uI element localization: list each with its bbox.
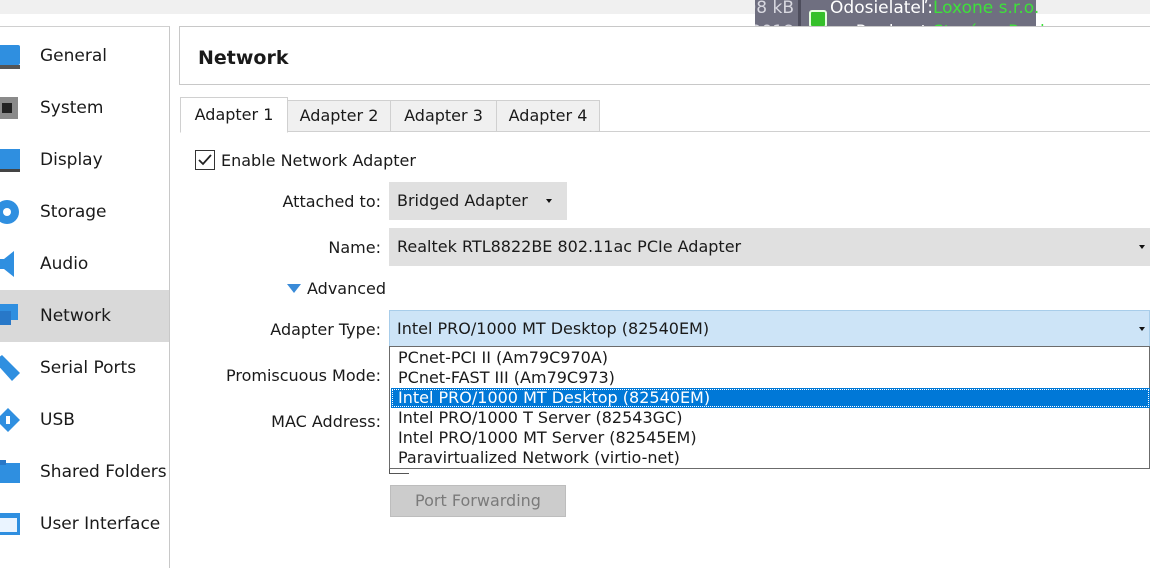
chevron-down-icon <box>1139 245 1145 249</box>
sidebar-item-network[interactable]: Network <box>0 290 169 342</box>
sidebar-item-label: Storage <box>40 202 107 222</box>
serial-ports-icon <box>0 355 20 381</box>
dropdown-option[interactable]: PCnet-FAST III (Am79C973) <box>391 368 1150 388</box>
name-value: Realtek RTL8822BE 802.11ac PCIe Adapter <box>397 237 742 256</box>
promiscuous-mode-label: Promiscuous Mode: <box>225 366 381 385</box>
enable-adapter-checkbox[interactable] <box>195 150 215 170</box>
chevron-down-icon <box>1139 327 1145 331</box>
sidebar-item-label: USB <box>40 410 75 430</box>
notification-sender-value: Loxone s.r.o. <box>933 0 1040 18</box>
notification-size: 08 kB <box>755 0 794 18</box>
sidebar-item-label: Serial Ports <box>40 358 137 378</box>
storage-icon <box>0 200 19 224</box>
attached-to-value: Bridged Adapter <box>397 191 528 210</box>
general-icon <box>0 45 20 69</box>
chevron-down-icon <box>546 199 552 203</box>
notification-sender-label: Odosielateľ: <box>830 0 933 18</box>
shared-folders-icon <box>0 460 20 483</box>
network-icon <box>0 304 18 325</box>
adapter-type-label: Adapter Type: <box>270 320 381 339</box>
name-select[interactable]: Realtek RTL8822BE 802.11ac PCIe Adapter <box>389 228 1150 266</box>
attached-to-label: Attached to: <box>282 192 382 211</box>
sidebar-item-label: User Interface <box>40 514 161 534</box>
sidebar-item-label: General <box>40 46 107 66</box>
sidebar-item-general[interactable]: General <box>0 30 169 82</box>
checkmark-icon <box>198 154 212 166</box>
dropdown-option[interactable]: Intel PRO/1000 MT Server (82545EM) <box>391 428 1150 448</box>
dropdown-option-selected[interactable]: Intel PRO/1000 MT Desktop (82540EM) <box>391 388 1150 408</box>
tab-adapter-4[interactable]: Adapter 4 <box>496 100 600 132</box>
audio-icon <box>0 251 14 277</box>
page-header: Network <box>179 26 1150 85</box>
sidebar-item-label: System <box>40 98 104 118</box>
dropdown-option[interactable]: PCnet-PCI II (Am79C970A) <box>391 348 1150 368</box>
adapter-type-value: Intel PRO/1000 MT Desktop (82540EM) <box>397 319 710 338</box>
system-icon <box>0 97 18 119</box>
usb-icon <box>0 408 20 432</box>
dropdown-option[interactable]: Intel PRO/1000 T Server (82543GC) <box>391 408 1150 428</box>
mac-address-label: MAC Address: <box>271 412 381 431</box>
sidebar-item-display[interactable]: Display <box>0 134 169 186</box>
enable-adapter-label: Enable Network Adapter <box>221 151 416 170</box>
tab-adapter-1[interactable]: Adapter 1 <box>180 97 288 133</box>
sidebar-item-system[interactable]: System <box>0 82 169 134</box>
sidebar-item-user-interface[interactable]: User Interface <box>0 498 169 550</box>
sidebar-item-storage[interactable]: Storage <box>0 186 169 238</box>
sidebar-item-usb[interactable]: USB <box>0 394 169 446</box>
sidebar-item-serial-ports[interactable]: Serial Ports <box>0 342 169 394</box>
display-icon <box>0 149 20 172</box>
attached-to-select[interactable]: Bridged Adapter <box>389 182 567 220</box>
dropdown-option[interactable]: Paravirtualized Network (virtio-net) <box>391 448 1150 468</box>
sidebar-item-label: Audio <box>40 254 89 274</box>
name-label: Name: <box>328 238 381 257</box>
sidebar-item-label: Shared Folders <box>40 462 167 482</box>
adapter-type-dropdown-list: PCnet-PCI II (Am79C970A) PCnet-FAST III … <box>389 346 1150 469</box>
advanced-toggle-icon[interactable] <box>287 284 301 293</box>
settings-sidebar: General System Display Storage Audio Net… <box>0 26 170 568</box>
sidebar-item-shared-folders[interactable]: Shared Folders <box>0 446 169 498</box>
adapter-type-select[interactable]: Intel PRO/1000 MT Desktop (82540EM) <box>389 310 1150 347</box>
tab-adapter-3[interactable]: Adapter 3 <box>390 100 497 132</box>
advanced-toggle-label[interactable]: Advanced <box>307 279 386 298</box>
sidebar-item-label: Display <box>40 150 103 170</box>
sidebar-item-label: Network <box>40 306 111 326</box>
tab-adapter-2[interactable]: Adapter 2 <box>287 100 391 132</box>
sidebar-item-audio[interactable]: Audio <box>0 238 169 290</box>
port-forwarding-button[interactable]: Port Forwarding <box>390 485 566 517</box>
page-title: Network <box>198 47 289 69</box>
user-interface-icon <box>0 513 20 535</box>
tab-bar-line <box>599 131 1150 132</box>
